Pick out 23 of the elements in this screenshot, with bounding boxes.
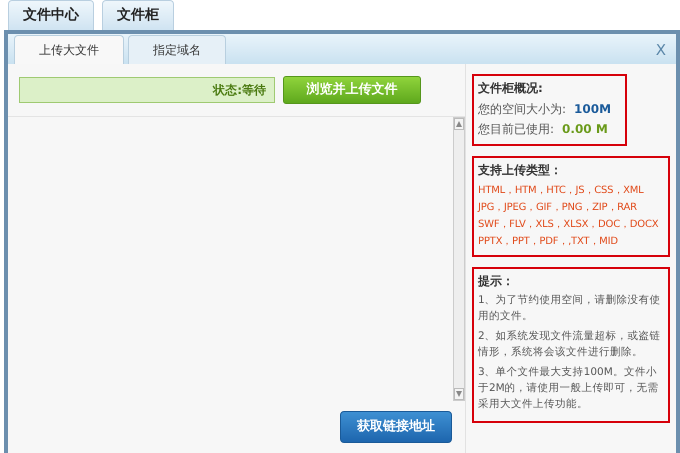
tab[interactable]: 文件柜 [102,0,174,30]
scroll-up-icon[interactable] [454,118,464,130]
overview-title: 文件柜概况: [478,81,544,96]
field-label: 您的空间大小为: [478,101,566,118]
tab[interactable]: 指定域名 [128,35,226,64]
file-types-line: PPTX，PPT，PDF，,TXT，MID [478,234,619,249]
tips-title: 提示： [478,274,515,288]
tip-text: 1、为了节约使用空间，请删除没有使用的文件。 [478,293,662,324]
file-types-title: 支持上传类型： [478,163,563,178]
field-label: 您目前已使用: [478,121,554,138]
field-value: 100M [574,101,612,118]
get-link-button[interactable]: 获取链接地址 [340,411,452,443]
tip-text: 2、如系统发现文件流量超标，或盗链情形，系统将会该文件进行删除。 [478,329,662,360]
scroll-down-icon[interactable] [454,388,464,400]
file-types-line: HTML，HTM，HTC，JS，CSS，XML [478,184,645,198]
status-field: 状态:等待 [19,77,275,103]
file-types-line: JPG，JPEG，GIF，PNG，ZIP，RAR [478,200,638,215]
field-value: 0.00 M [562,121,608,138]
tab[interactable]: 上传大文件 [14,35,124,64]
scrollbar[interactable] [453,117,465,401]
tab[interactable]: 文件中心 [8,0,94,30]
tip-text: 3、单个文件最大支持100M。文件小于2M的，请使用一般上传即可，无需采用大文件上传功能。 [478,365,660,412]
file-types-line: SWF，FLV，XLS，XLSX，DOC，DOCX [478,218,660,232]
